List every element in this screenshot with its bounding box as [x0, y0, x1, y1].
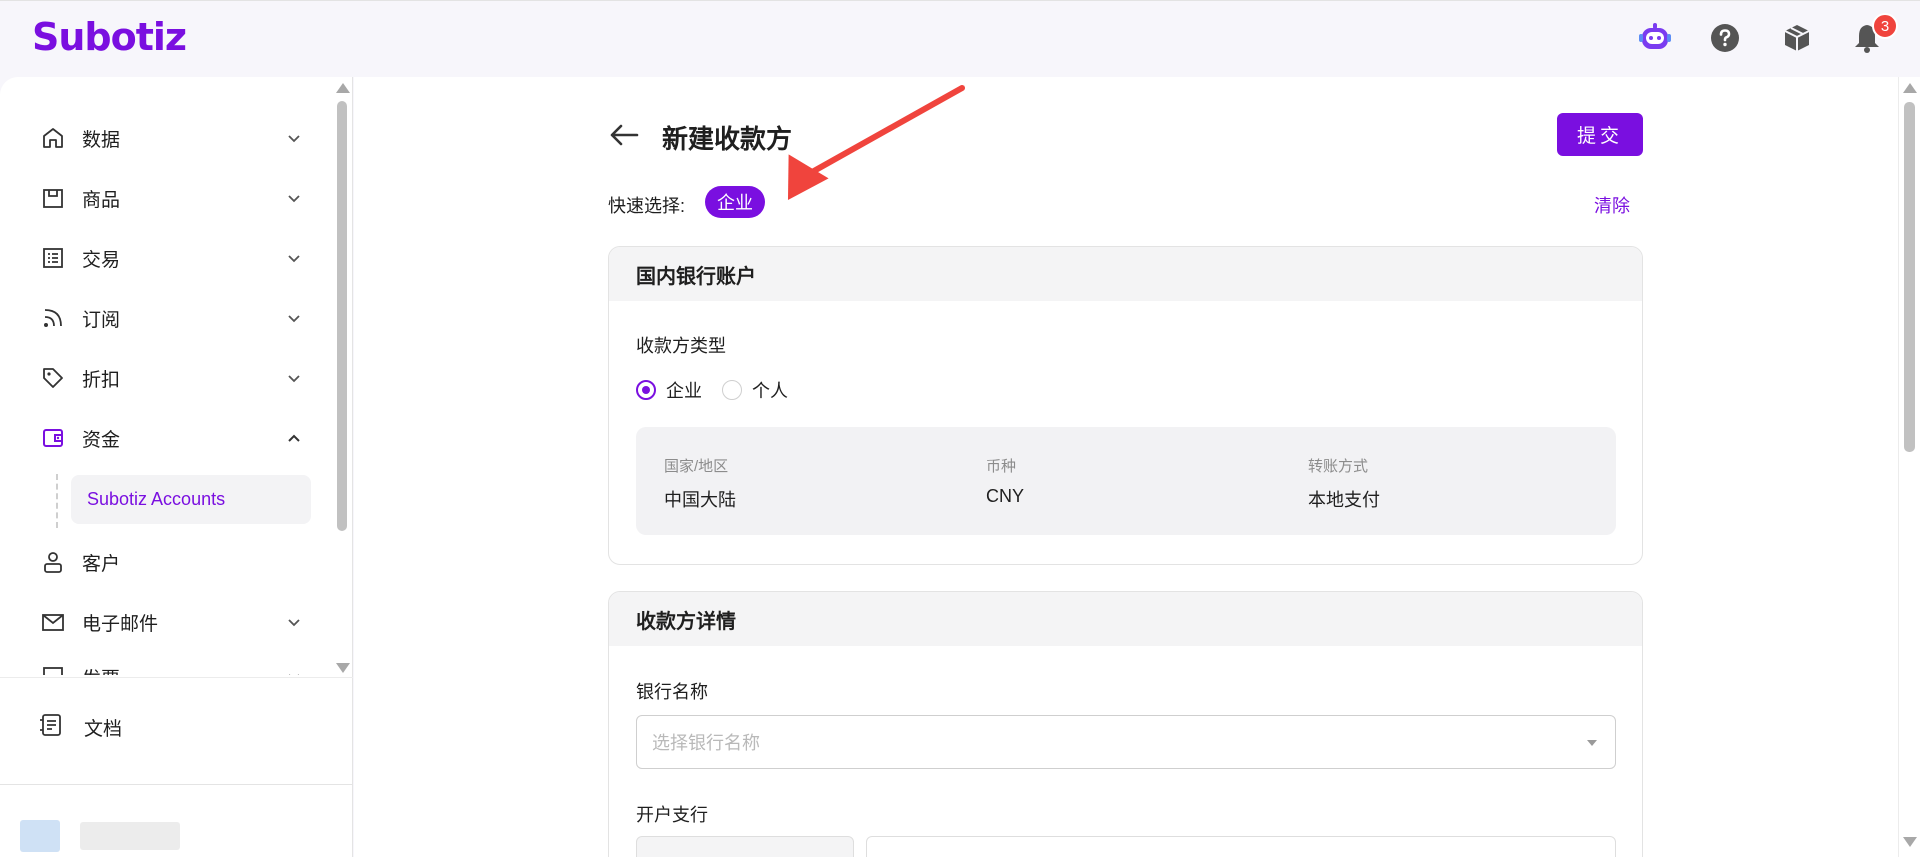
- sidebar-item-label: 电子邮件: [82, 613, 159, 635]
- mail-icon: [38, 607, 68, 637]
- select-placeholder: 选择银行名称: [652, 733, 760, 753]
- chevron-up-icon: [284, 428, 304, 448]
- scrollbar-thumb[interactable]: [1904, 102, 1915, 452]
- document-icon: [38, 712, 64, 743]
- chevron-down-icon: [284, 128, 304, 148]
- payee-details-card: 收款方详情 银行名称 选择银行名称 开户支行: [608, 591, 1643, 857]
- wallet-icon: [38, 423, 68, 453]
- sidebar-subitem-subotiz-accounts[interactable]: Subotiz Accounts: [71, 475, 311, 524]
- info-value: CNY: [986, 486, 1025, 506]
- app-logo[interactable]: Subotiz: [32, 15, 187, 59]
- currency-info: 币种 CNY: [986, 455, 1024, 507]
- sidebar-item-label: 资金: [82, 429, 121, 451]
- sidebar-item-funds[interactable]: 资金: [38, 418, 304, 458]
- sidebar-item-label: 客户: [82, 553, 121, 575]
- notification-badge: 3: [1872, 13, 1898, 39]
- rss-icon: [38, 303, 68, 333]
- info-label: 币种: [986, 458, 1017, 475]
- clear-link[interactable]: 清除: [1594, 192, 1630, 218]
- main-scrollbar[interactable]: [1898, 77, 1920, 857]
- sidebar-item-invoices[interactable]: 发票: [38, 657, 304, 675]
- transfer-method-info: 转账方式 本地支付: [1308, 455, 1380, 512]
- sidebar-item-transactions[interactable]: 交易: [38, 238, 304, 278]
- chevron-down-icon: [284, 188, 304, 208]
- list-icon: [38, 243, 68, 273]
- branch-name-select[interactable]: [866, 836, 1616, 857]
- chevron-down-icon: [284, 667, 304, 675]
- bank-name-select[interactable]: 选择银行名称: [636, 715, 1616, 769]
- sidebar-item-label: 商品: [82, 189, 121, 211]
- sidebar-item-label: 数据: [82, 129, 121, 151]
- home-icon: [38, 123, 68, 153]
- user-icon: [38, 547, 68, 577]
- scrollbar-thumb[interactable]: [337, 101, 347, 531]
- page-title: 新建收款方: [662, 124, 793, 154]
- payee-type-label: 收款方类型: [636, 336, 726, 356]
- radio-label: 个人: [752, 381, 788, 401]
- sidebar-scrollbar[interactable]: [334, 77, 352, 677]
- info-label: 转账方式: [1308, 458, 1369, 475]
- scroll-down-arrow-icon[interactable]: [336, 663, 350, 673]
- radio-label: 企业: [666, 381, 702, 401]
- tag-icon: [38, 363, 68, 393]
- store-icon: [38, 183, 68, 213]
- package-icon[interactable]: [1780, 21, 1814, 55]
- sidebar-item-data[interactable]: 数据: [38, 118, 304, 158]
- scroll-down-arrow-icon[interactable]: [1903, 837, 1917, 847]
- quick-select-label: 快速选择:: [608, 196, 686, 216]
- branch-label: 开户支行: [636, 805, 708, 825]
- info-label: 国家/地区: [664, 458, 729, 475]
- sidebar-item-products[interactable]: 商品: [38, 178, 304, 218]
- sidebar-item-label: 文档: [84, 718, 123, 740]
- bank-name-label: 银行名称: [636, 682, 708, 702]
- info-value: 本地支付: [1308, 490, 1380, 510]
- radio-enterprise[interactable]: [636, 380, 656, 400]
- account-name-redacted: [80, 822, 180, 850]
- sidebar-item-subscriptions[interactable]: 订阅: [38, 298, 304, 338]
- help-icon[interactable]: [1708, 21, 1742, 55]
- branch-province-select[interactable]: [636, 836, 854, 857]
- sidebar-item-customers[interactable]: 客户: [38, 542, 304, 582]
- arrow-left-icon: [610, 124, 639, 146]
- sidebar-item-docs[interactable]: 文档: [38, 707, 258, 747]
- card-title: 国内银行账户: [609, 247, 1642, 301]
- quick-select-enterprise-tag[interactable]: 企业: [705, 186, 765, 218]
- chevron-down-icon: [284, 368, 304, 388]
- top-bar: Subotiz 3: [0, 0, 1920, 77]
- sidebar-item-discounts[interactable]: 折扣: [38, 358, 304, 398]
- ai-assistant-icon[interactable]: [1638, 21, 1672, 55]
- scroll-up-arrow-icon[interactable]: [336, 83, 350, 93]
- invoice-icon: [38, 662, 68, 675]
- info-value: 中国大陆: [664, 490, 736, 510]
- chevron-down-icon: [284, 308, 304, 328]
- avatar[interactable]: [20, 820, 60, 852]
- sidebar-item-label: 订阅: [82, 309, 121, 331]
- sidebar-item-clip: 发票: [0, 655, 334, 675]
- scroll-up-arrow-icon[interactable]: [1903, 83, 1917, 93]
- divider: [0, 784, 353, 785]
- sidebar-item-email[interactable]: 电子邮件: [38, 602, 304, 642]
- chevron-down-icon: [284, 248, 304, 268]
- submit-button[interactable]: 提交: [1557, 113, 1643, 156]
- payee-type-radio-group: 企业 个人: [636, 377, 808, 403]
- country-info: 国家/地区 中国大陆: [664, 455, 736, 512]
- sidebar-item-label: 交易: [82, 249, 121, 271]
- account-info-box: 国家/地区 中国大陆 币种 CNY 转账方式 本地支付: [636, 427, 1616, 535]
- chevron-down-icon: [284, 612, 304, 632]
- back-button[interactable]: [606, 118, 642, 152]
- domestic-bank-account-card: 国内银行账户 收款方类型 企业 个人 国家/地区 中国大陆 币种 CNY 转账方…: [608, 246, 1643, 565]
- caret-down-icon: [1587, 740, 1597, 746]
- sidebar-item-label: 折扣: [82, 369, 121, 391]
- divider: [0, 677, 353, 678]
- sidebar: 数据 商品 交易 订阅 折扣 资金 Subotiz Accounts 客户 电子…: [0, 77, 353, 857]
- card-title: 收款方详情: [609, 592, 1642, 646]
- submenu-guide-line: [56, 474, 58, 528]
- sidebar-item-label: 发票: [82, 664, 284, 676]
- radio-individual[interactable]: [722, 380, 742, 400]
